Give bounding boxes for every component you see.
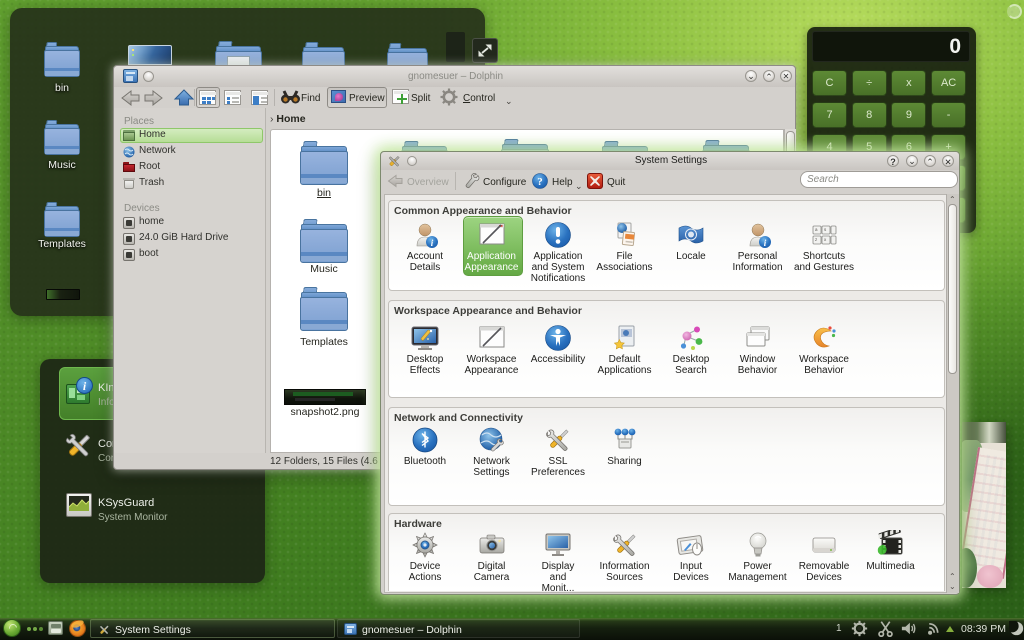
svg-text:?: ?: [537, 176, 543, 188]
